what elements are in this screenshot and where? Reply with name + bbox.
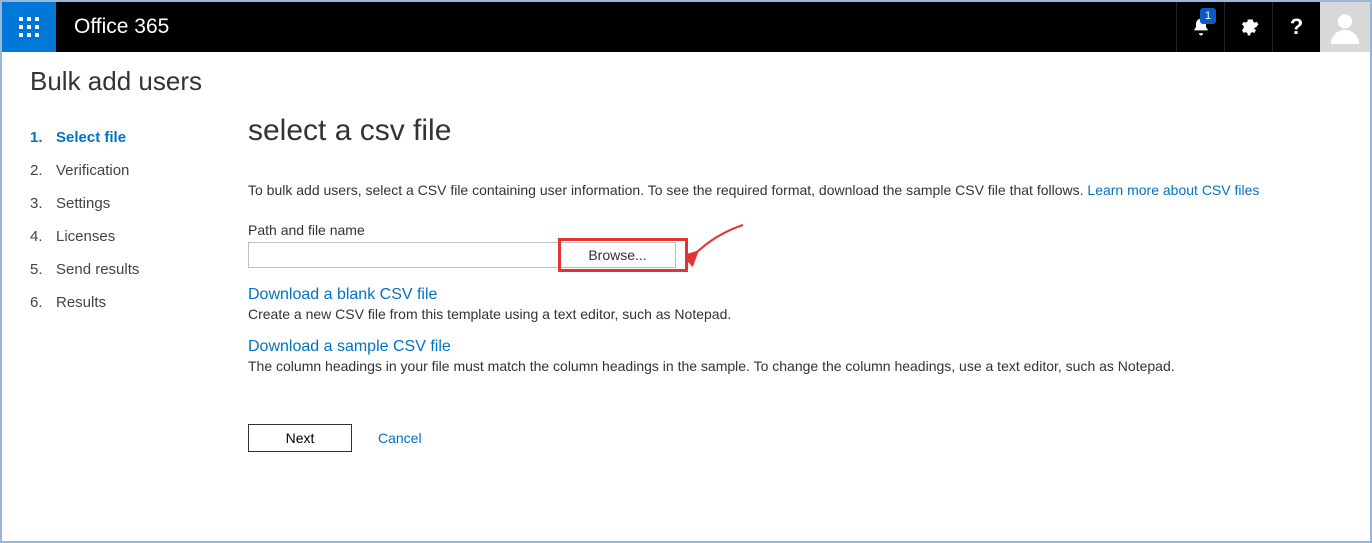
content-area: Bulk add users 1. Select file 2. Verificati… <box>2 52 1370 452</box>
question-icon: ? <box>1290 14 1303 40</box>
person-icon <box>1328 10 1362 44</box>
gear-icon <box>1239 17 1259 37</box>
wizard-step-label: Verification <box>56 162 129 179</box>
next-button[interactable]: Next <box>248 424 352 452</box>
settings-button[interactable] <box>1224 2 1272 52</box>
page-title: Bulk add users <box>30 66 248 97</box>
wizard-steps-list: 1. Select file 2. Verification 3. Settings 4. L… <box>30 121 248 319</box>
wizard-step-6[interactable]: 6. Results <box>30 286 248 319</box>
wizard-step-4[interactable]: 4. Licenses <box>30 220 248 253</box>
main-panel: select a csv file To bulk add users, sel… <box>248 66 1370 452</box>
left-column: Bulk add users 1. Select file 2. Verificati… <box>30 66 248 452</box>
wizard-step-label: Send results <box>56 261 139 278</box>
wizard-step-3[interactable]: 3. Settings <box>30 187 248 220</box>
file-picker-row: Browse... <box>248 242 1370 268</box>
wizard-step-number: 5. <box>30 261 46 278</box>
wizard-step-5[interactable]: 5. Send results <box>30 253 248 286</box>
notifications-button[interactable]: 1 <box>1176 2 1224 52</box>
brand-title: Office 365 <box>56 2 169 52</box>
notification-badge: 1 <box>1200 8 1216 24</box>
learn-more-link[interactable]: Learn more about CSV files <box>1087 182 1259 198</box>
wizard-sidebar: 1. Select file 2. Verification 3. Settings 4. L… <box>30 111 248 319</box>
waffle-icon <box>19 17 39 37</box>
help-button[interactable]: ? <box>1272 2 1320 52</box>
download-blank-desc: Create a new CSV file from this template… <box>248 306 1370 322</box>
wizard-step-label: Select file <box>56 129 126 146</box>
wizard-step-number: 3. <box>30 195 46 212</box>
browse-button[interactable]: Browse... <box>560 242 676 268</box>
main-heading: select a csv file <box>248 114 1370 148</box>
app-header: Office 365 1 ? <box>2 2 1370 52</box>
wizard-actions: Next Cancel <box>248 424 1370 452</box>
path-label: Path and file name <box>248 222 1370 238</box>
wizard-step-number: 2. <box>30 162 46 179</box>
wizard-step-1[interactable]: 1. Select file <box>30 121 248 154</box>
path-input[interactable] <box>248 242 560 268</box>
app-launcher[interactable] <box>2 2 56 52</box>
download-sample-desc: The column headings in your file must ma… <box>248 358 1370 374</box>
download-sample-link[interactable]: Download a sample CSV file <box>248 338 451 355</box>
wizard-step-2[interactable]: 2. Verification <box>30 154 248 187</box>
download-sample-block: Download a sample CSV file The column he… <box>248 338 1370 374</box>
wizard-step-label: Settings <box>56 195 110 212</box>
user-avatar[interactable] <box>1320 2 1370 52</box>
download-blank-link[interactable]: Download a blank CSV file <box>248 286 437 303</box>
cancel-link[interactable]: Cancel <box>378 430 422 446</box>
intro-paragraph: To bulk add users, select a CSV file con… <box>248 182 1370 198</box>
download-blank-block: Download a blank CSV file Create a new C… <box>248 286 1370 322</box>
wizard-step-number: 6. <box>30 294 46 311</box>
wizard-step-number: 4. <box>30 228 46 245</box>
wizard-step-label: Licenses <box>56 228 115 245</box>
wizard-step-number: 1. <box>30 129 46 146</box>
intro-text: To bulk add users, select a CSV file con… <box>248 182 1087 198</box>
wizard-step-label: Results <box>56 294 106 311</box>
